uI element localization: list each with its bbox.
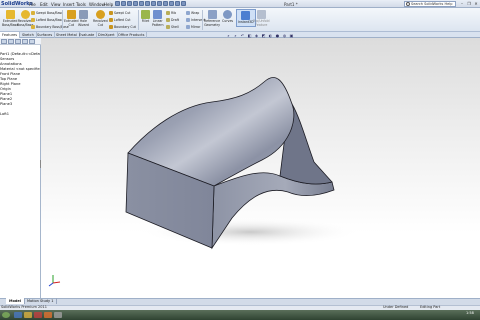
tab-motion-study[interactable]: Motion Study 1 — [24, 298, 58, 304]
taskbar-app[interactable] — [54, 312, 62, 318]
start-button[interactable] — [2, 312, 10, 318]
tab-model[interactable]: Model — [6, 298, 25, 304]
taskbar-app[interactable] — [34, 312, 42, 318]
reference-triad — [48, 275, 61, 287]
taskbar-app[interactable] — [24, 312, 32, 318]
part-model-3d[interactable] — [0, 0, 480, 320]
taskbar-app[interactable] — [44, 312, 52, 318]
os-taskbar: 1:58 — [0, 310, 480, 320]
taskbar-clock[interactable]: 1:58 — [466, 311, 474, 315]
taskbar-app[interactable] — [14, 312, 22, 318]
model-view-tabs — [0, 298, 480, 305]
